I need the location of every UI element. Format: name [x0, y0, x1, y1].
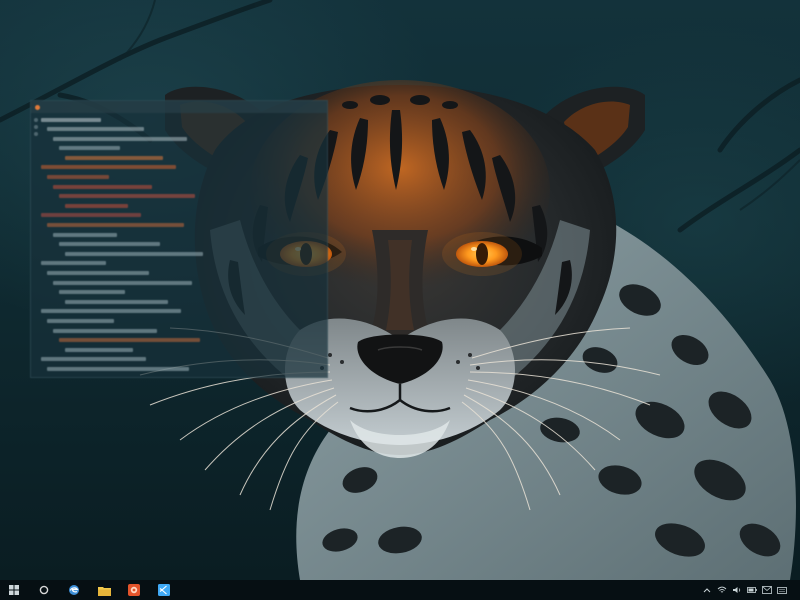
code-line-placeholder [53, 328, 157, 333]
code-line-placeholder [53, 232, 117, 237]
code-line [41, 249, 327, 259]
code-line [41, 115, 327, 125]
code-line [41, 125, 327, 135]
code-line [41, 201, 327, 211]
code-line-placeholder [59, 146, 120, 151]
code-line-placeholder [41, 357, 146, 362]
editor-code-area[interactable] [41, 113, 327, 377]
code-line-placeholder [53, 184, 152, 189]
network-button[interactable] [717, 585, 727, 595]
message-button[interactable] [762, 585, 772, 595]
code-line-placeholder [41, 165, 176, 170]
code-line [41, 345, 327, 355]
desktop [0, 0, 800, 600]
code-line-placeholder [59, 194, 195, 199]
code-line-placeholder [47, 271, 149, 275]
code-line-placeholder [65, 299, 168, 304]
code-line-placeholder [47, 318, 114, 323]
code-line-placeholder [65, 203, 128, 208]
code-line-placeholder [59, 290, 125, 295]
code-line [41, 144, 327, 154]
code-line [41, 355, 327, 365]
code-line-placeholder [59, 338, 200, 343]
gutter-marker [34, 125, 38, 129]
code-editor-icon [158, 584, 170, 596]
browser-button[interactable] [62, 580, 86, 600]
code-line [41, 230, 327, 240]
code-line [41, 374, 327, 377]
code-line-placeholder [47, 127, 144, 132]
system-tray [702, 580, 796, 600]
browser-icon [69, 585, 79, 595]
gutter-marker [34, 118, 38, 122]
code-line-placeholder [41, 117, 101, 122]
code-editor-window[interactable] [30, 100, 328, 378]
start-button[interactable] [2, 580, 26, 600]
code-line-placeholder [53, 136, 187, 141]
code-line [41, 134, 327, 144]
code-line-placeholder [65, 347, 133, 352]
media-player-button[interactable] [122, 580, 146, 600]
chevron-up-icon [703, 588, 711, 593]
cortana-icon [39, 585, 49, 595]
code-line [41, 221, 327, 231]
code-line-placeholder [53, 376, 122, 377]
code-line-placeholder [65, 251, 203, 256]
network-icon [717, 586, 727, 593]
battery-button[interactable] [747, 585, 757, 595]
code-line-placeholder [65, 155, 163, 160]
code-line-placeholder [47, 366, 189, 371]
code-line [41, 269, 327, 279]
keyboard-icon [777, 586, 787, 594]
show-hidden-icons-button[interactable] [702, 585, 712, 595]
code-line-placeholder [47, 223, 184, 228]
taskbar [0, 580, 800, 600]
code-line [41, 278, 327, 288]
code-line-placeholder [41, 213, 141, 218]
code-line-placeholder [41, 309, 181, 314]
code-line [41, 316, 327, 326]
code-line [41, 153, 327, 163]
keyboard-button[interactable] [777, 585, 787, 595]
code-line [41, 336, 327, 346]
volume-button[interactable] [732, 585, 742, 595]
code-editor-button[interactable] [152, 580, 176, 600]
media-player-icon [128, 584, 140, 596]
code-line [41, 326, 327, 336]
editor-body [31, 113, 327, 377]
cortana-button[interactable] [32, 580, 56, 600]
code-line [41, 288, 327, 298]
file-explorer-icon [97, 586, 111, 596]
code-line [41, 211, 327, 221]
volume-icon [733, 587, 741, 593]
code-line-placeholder [59, 242, 160, 247]
file-explorer-button[interactable] [92, 580, 116, 600]
code-line [41, 364, 327, 374]
code-line [41, 173, 327, 183]
code-line [41, 182, 327, 192]
message-icon [762, 586, 772, 594]
code-line [41, 163, 327, 173]
gutter-marker [34, 132, 38, 136]
code-line-placeholder [41, 261, 106, 266]
editor-titlebar[interactable] [31, 101, 327, 113]
code-line [41, 192, 327, 202]
battery-icon [747, 587, 757, 593]
editor-app-icon [35, 104, 40, 110]
code-line [41, 297, 327, 307]
start-icon [9, 585, 19, 595]
code-line [41, 307, 327, 317]
code-line [41, 259, 327, 269]
code-line-placeholder [53, 280, 192, 285]
editor-gutter [31, 113, 41, 377]
code-line [41, 240, 327, 250]
code-line-placeholder [47, 175, 109, 180]
